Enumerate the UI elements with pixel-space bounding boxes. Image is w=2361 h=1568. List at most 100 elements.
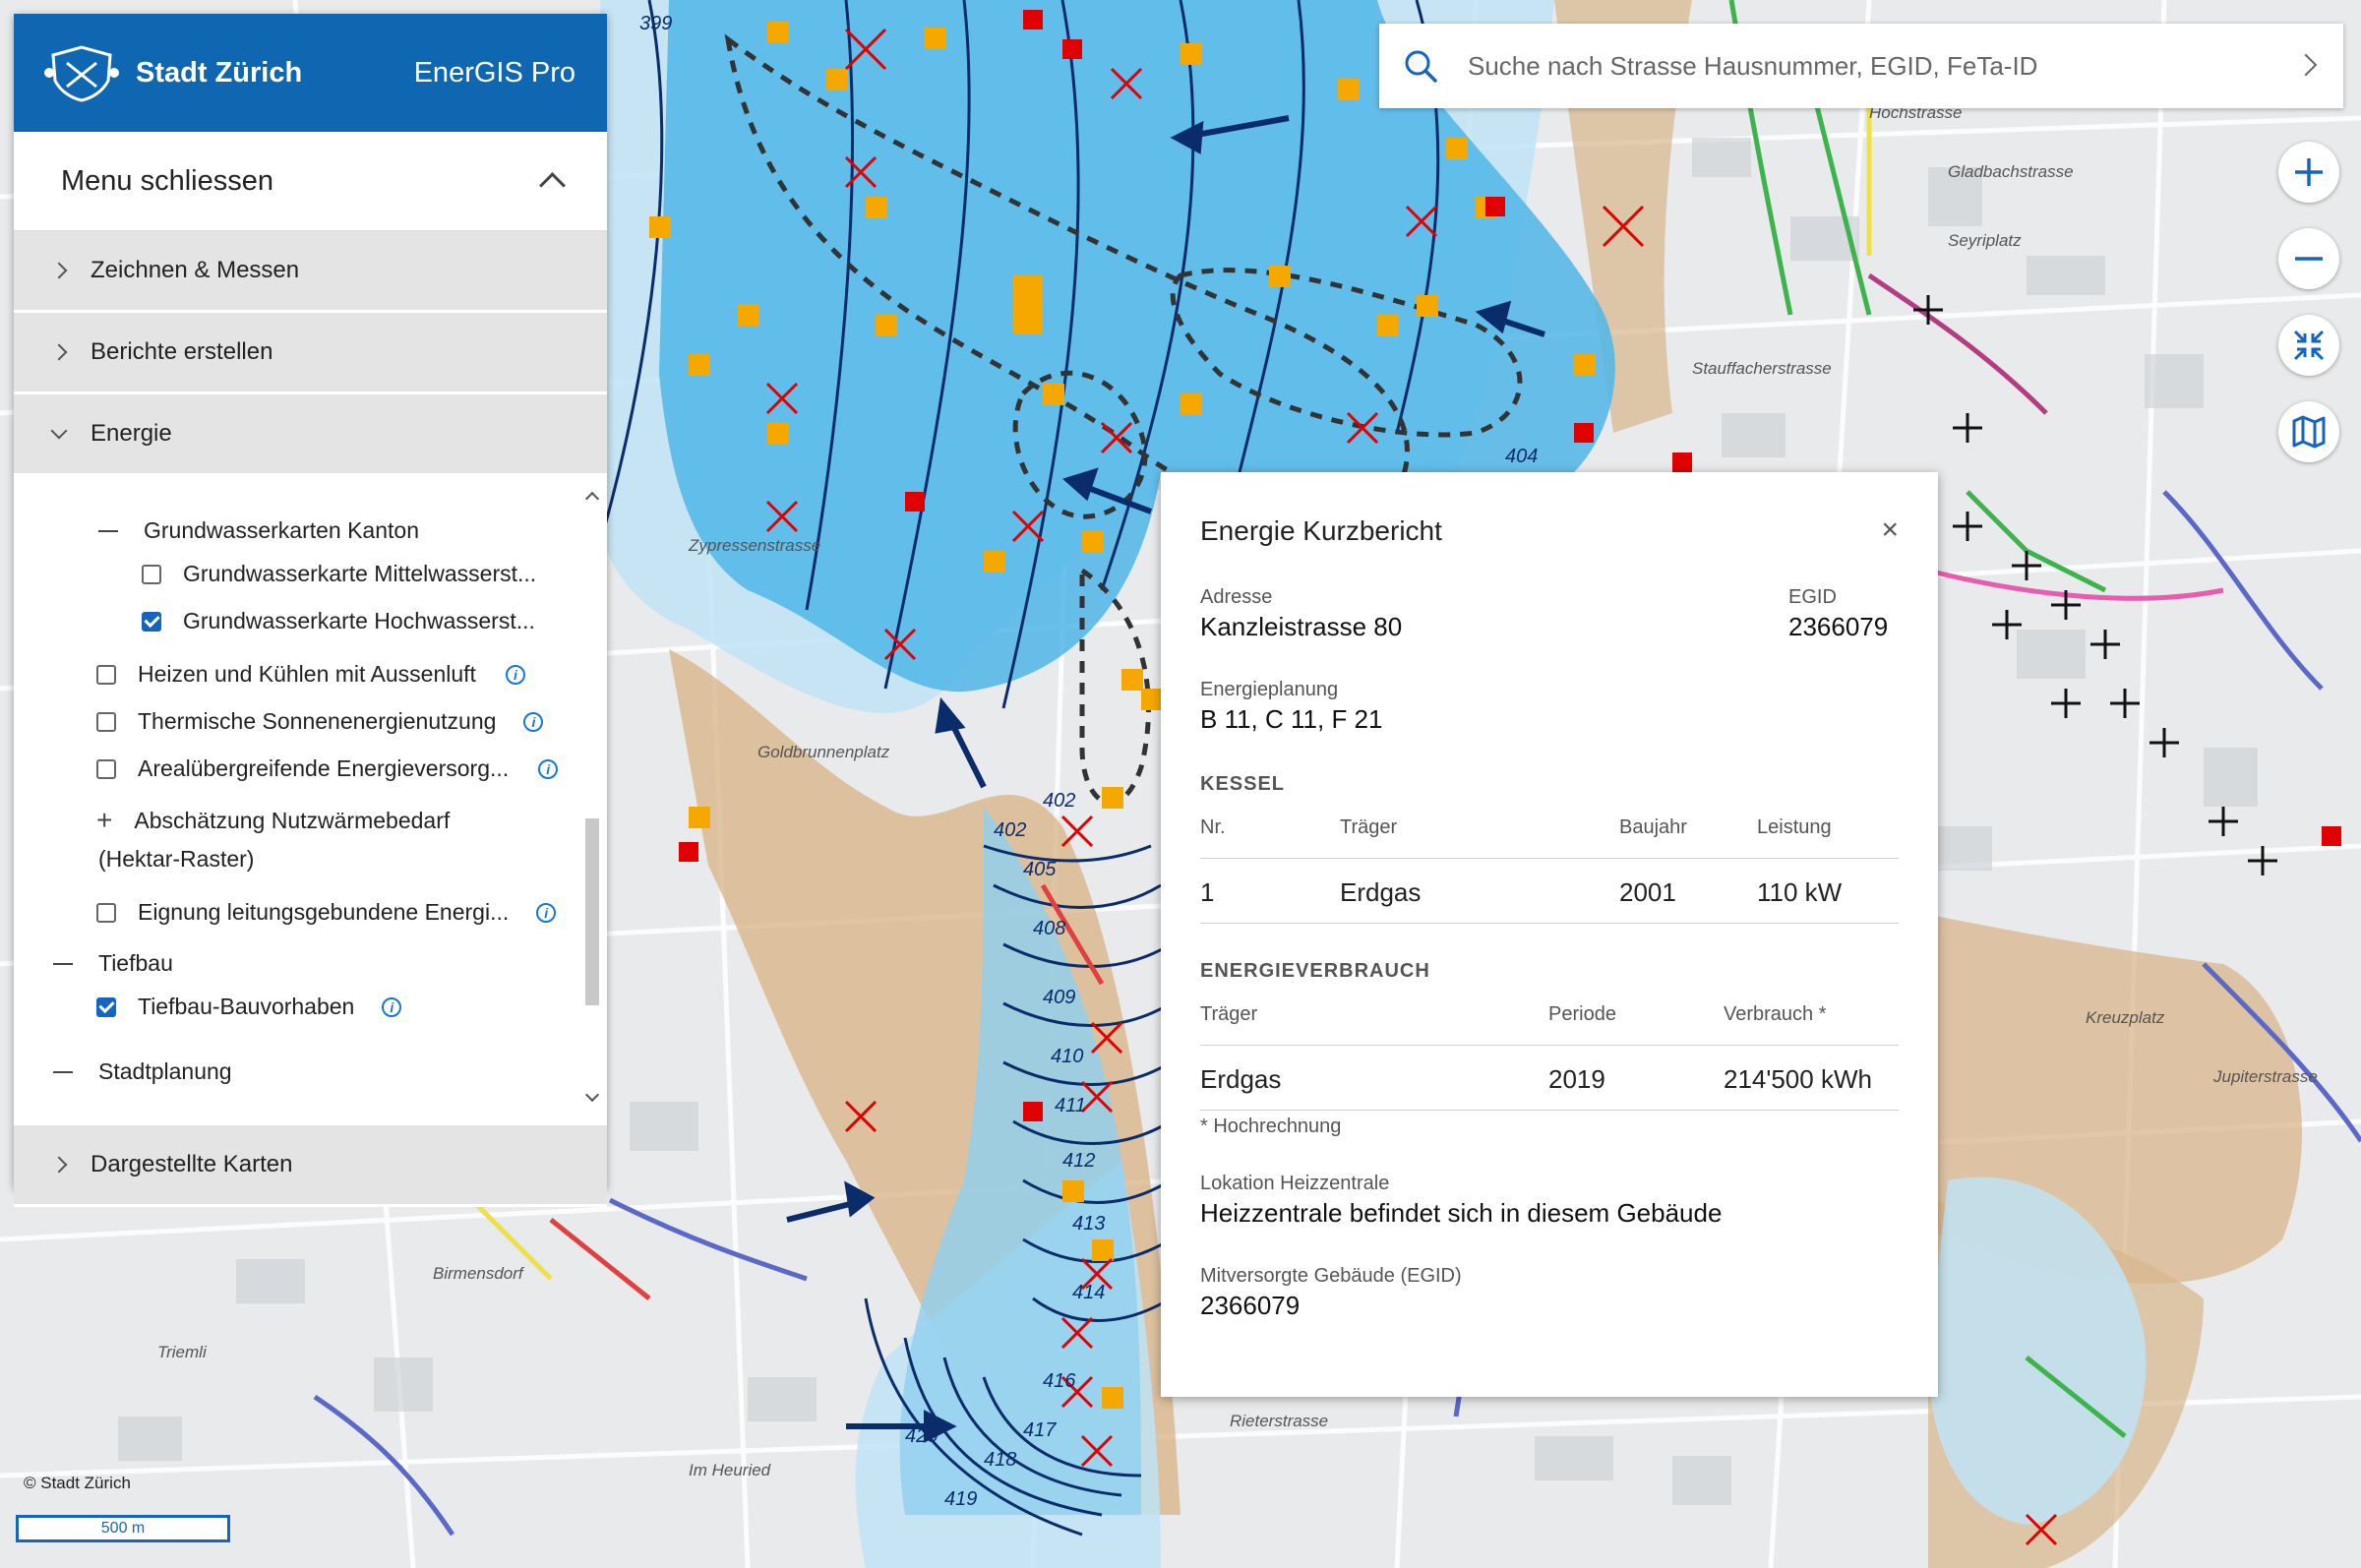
kessel-col-leistung: Leistung: [1757, 816, 1832, 838]
svg-text:Zypressenstrasse: Zypressenstrasse: [688, 536, 820, 555]
scroll-thumb[interactable]: [585, 818, 599, 1005]
group-label-continued: (Hektar-Raster): [98, 846, 255, 872]
svg-text:410: 410: [1051, 1046, 1083, 1067]
info-icon[interactable]: i: [536, 902, 557, 923]
svg-text:402: 402: [1043, 790, 1075, 812]
checkbox-gw-hoch[interactable]: [142, 611, 161, 632]
layer-label: Eignung leitungsgebundene Energi...: [138, 899, 510, 925]
section-zeichnen-messen[interactable]: Zeichnen & Messen: [14, 231, 607, 313]
svg-text:412: 412: [1062, 1150, 1095, 1172]
layer-label: Thermische Sonnenenergienutzung: [138, 708, 497, 734]
list-scrollbar[interactable]: [584, 491, 600, 1104]
section-label: Energie: [91, 420, 172, 447]
minus-icon: [2295, 257, 2323, 261]
svg-text:Seyriplatz: Seyriplatz: [1948, 231, 2022, 250]
chevron-right-icon: [50, 1156, 68, 1174]
layer-gw-mittelwasser[interactable]: Grundwasserkarte Mittelwasserst...: [142, 561, 536, 587]
section-label: Dargestellte Karten: [91, 1151, 293, 1177]
menu-close-label: Menu schliessen: [61, 164, 273, 197]
divider: [1200, 1045, 1899, 1046]
chevron-right-icon[interactable]: [2294, 53, 2318, 77]
kessel-heading: KESSEL: [1200, 773, 1286, 795]
planning-label: Energieplanung: [1200, 679, 1339, 700]
location-label: Lokation Heizzentrale: [1200, 1173, 1390, 1194]
scroll-down-icon[interactable]: [584, 1087, 600, 1103]
address-value: Kanzleistrasse 80: [1200, 612, 1403, 641]
divider: [1200, 923, 1899, 924]
collapse-icon: [53, 962, 73, 965]
checkbox-aussenluft[interactable]: [96, 664, 116, 685]
menu-close-button[interactable]: Menu schliessen: [14, 132, 607, 231]
verbrauch-col-verbrauch: Verbrauch *: [1724, 1003, 1827, 1025]
svg-text:Triemli: Triemli: [157, 1343, 208, 1361]
checkbox-sonne[interactable]: [96, 711, 116, 732]
group-stadtplanung[interactable]: Stadtplanung: [53, 1058, 232, 1085]
layer-gw-hochwasser[interactable]: Grundwasserkarte Hochwasserst...: [142, 608, 535, 634]
chevron-right-icon: [50, 262, 68, 279]
zoom-out-button[interactable]: [2278, 228, 2339, 289]
checkbox-areal[interactable]: [96, 758, 116, 779]
map-layers-button[interactable]: [2278, 401, 2339, 462]
map-icon: [2292, 415, 2326, 449]
layer-aussenluft[interactable]: Heizen und Kühlen mit Aussenluft i: [96, 661, 525, 688]
location-value: Heizzentrale befindet sich in diesem Geb…: [1200, 1198, 1723, 1228]
group-tiefbau[interactable]: Tiefbau: [53, 950, 173, 977]
layer-label: Heizen und Kühlen mit Aussenluft: [138, 661, 476, 687]
kessel-col-traeger: Träger: [1340, 816, 1398, 838]
checkbox-gw-mittel[interactable]: [142, 564, 161, 584]
energy-layer-list[interactable]: Grundwasserkarten Kanton Grundwasserkart…: [14, 476, 607, 1125]
svg-text:Goldbrunnenplatz: Goldbrunnenplatz: [757, 743, 890, 761]
svg-text:417: 417: [1023, 1419, 1057, 1441]
layer-eignung[interactable]: Eignung leitungsgebundene Energi... i: [96, 899, 557, 926]
verbrauch-traeger: Erdgas: [1200, 1064, 1282, 1094]
svg-text:418: 418: [984, 1449, 1016, 1471]
section-dargestellte-karten[interactable]: Dargestellte Karten: [14, 1125, 607, 1207]
kessel-col-nr: Nr.: [1200, 816, 1226, 838]
layer-sonnenenergie[interactable]: Thermische Sonnenenergienutzung i: [96, 708, 544, 735]
group-label: Grundwasserkarten Kanton: [144, 517, 419, 543]
fit-extent-button[interactable]: [2278, 315, 2339, 376]
layer-label: Grundwasserkarte Hochwasserst...: [183, 608, 535, 633]
svg-text:419: 419: [944, 1488, 977, 1510]
info-icon[interactable]: i: [505, 664, 525, 685]
verbrauch-col-traeger: Träger: [1200, 1003, 1258, 1025]
svg-text:402: 402: [994, 819, 1026, 841]
section-label: Zeichnen & Messen: [91, 257, 300, 283]
info-icon[interactable]: i: [523, 711, 544, 732]
close-icon[interactable]: ×: [1881, 513, 1899, 547]
kessel-nr: 1: [1200, 877, 1215, 907]
scroll-up-icon[interactable]: [584, 491, 600, 507]
chevron-up-icon: [539, 171, 566, 199]
plus-icon: [2295, 158, 2323, 186]
group-nutzwaermebedarf[interactable]: + Abschätzung Nutzwärmebedarf: [96, 807, 450, 834]
planning-value: B 11, C 11, F 21: [1200, 704, 1383, 734]
layer-arealuebergreifend[interactable]: Arealübergreifende Energieversorg... i: [96, 755, 559, 782]
svg-text:399: 399: [639, 13, 672, 34]
svg-text:416: 416: [1043, 1370, 1076, 1392]
svg-text:Gladbachstrasse: Gladbachstrasse: [1948, 162, 2074, 181]
svg-text:Im Heuried: Im Heuried: [689, 1461, 771, 1479]
section-label: Berichte erstellen: [91, 338, 273, 365]
group-grundwasserkarten[interactable]: Grundwasserkarten Kanton: [98, 517, 419, 544]
egid-label: EGID: [1788, 586, 1837, 608]
address-label: Adresse: [1200, 586, 1273, 608]
svg-text:408: 408: [1033, 918, 1065, 939]
copyright: © Stadt Zürich: [24, 1474, 131, 1492]
brand-name: Stadt Zürich: [136, 57, 303, 89]
search-icon[interactable]: [1403, 48, 1438, 84]
checkbox-eignung[interactable]: [96, 902, 116, 923]
search-input[interactable]: [1466, 49, 2257, 83]
section-energie[interactable]: Energie: [14, 394, 607, 476]
info-icon[interactable]: i: [382, 996, 402, 1017]
section-berichte-erstellen[interactable]: Berichte erstellen: [14, 313, 607, 394]
verbrauch-col-periode: Periode: [1548, 1003, 1616, 1025]
city-logo-icon: [44, 45, 119, 102]
egid-value: 2366079: [1788, 612, 1889, 641]
zoom-in-button[interactable]: [2278, 142, 2339, 203]
svg-text:404: 404: [1505, 446, 1538, 467]
svg-text:409: 409: [1043, 987, 1075, 1008]
layer-label: Arealübergreifende Energieversorg...: [138, 755, 510, 781]
layer-tiefbau-bauvorhaben[interactable]: Tiefbau-Bauvorhaben i: [96, 994, 402, 1020]
info-icon[interactable]: i: [538, 758, 559, 779]
checkbox-tiefbau[interactable]: [96, 996, 116, 1017]
